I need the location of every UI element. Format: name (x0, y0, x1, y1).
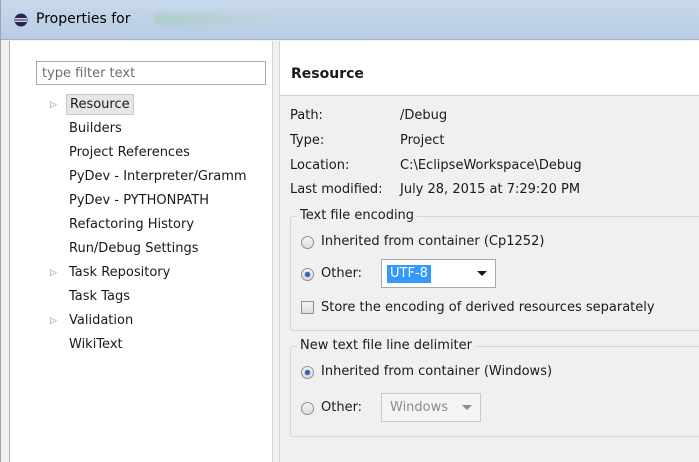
tree-item-builders[interactable]: Builders (36, 117, 272, 141)
dropdown-arrow-icon (462, 405, 472, 410)
dropdown-arrow-icon[interactable] (477, 271, 487, 276)
tree-item-label: Resource (66, 94, 134, 115)
dialog-client-area: ▷ Resource Builders Project References P… (9, 41, 699, 462)
filter-field[interactable] (36, 61, 266, 85)
info-value: C:\EclipseWorkspace\Debug (400, 158, 582, 173)
title-bar: Properties for (1, 0, 699, 40)
info-key: Last modified: (290, 182, 383, 197)
delimiter-combo: Windows (381, 393, 481, 422)
blurred-project-name (153, 13, 273, 25)
info-key: Type: (290, 133, 325, 148)
tree-item-pydev-interpreter[interactable]: PyDev - Interpreter/Gramm (36, 165, 272, 189)
combo-value: Windows (390, 400, 449, 415)
tree-item-validation[interactable]: ▷ Validation (36, 309, 272, 333)
radio-button[interactable] (301, 236, 314, 249)
tree-item-run-debug-settings[interactable]: Run/Debug Settings (36, 237, 272, 261)
filter-input[interactable] (37, 62, 265, 84)
info-key: Location: (290, 158, 350, 173)
tree-item-label: Run/Debug Settings (69, 241, 199, 256)
navigation-pane: ▷ Resource Builders Project References P… (10, 41, 272, 462)
page-header: Resource (280, 41, 699, 96)
option-label: Inherited from container (Windows) (321, 364, 553, 379)
eclipse-icon (14, 13, 28, 27)
page-title: Resource (291, 66, 364, 82)
tree-item-label: Refactoring History (69, 217, 195, 232)
window-title: Properties for (36, 11, 131, 27)
tree-item-label: PyDev - Interpreter/Gramm (69, 169, 247, 184)
radio-button[interactable] (301, 268, 314, 281)
checkbox[interactable] (301, 301, 314, 314)
expand-arrow-icon[interactable]: ▷ (50, 93, 60, 117)
radio-button[interactable] (301, 402, 314, 415)
pane-splitter[interactable] (272, 41, 280, 462)
tree-item-task-repository[interactable]: ▷ Task Repository (36, 261, 272, 285)
tree-item-resource[interactable]: ▷ Resource (36, 93, 272, 117)
info-value: July 28, 2015 at 7:29:20 PM (400, 182, 581, 197)
tree-item-pydev-pythonpath[interactable]: PyDev - PYTHONPATH (36, 189, 272, 213)
tree-item-label: PyDev - PYTHONPATH (69, 193, 209, 208)
option-label: Inherited from container (Cp1252) (321, 234, 545, 249)
tree-item-label: Builders (69, 121, 122, 136)
info-key: Path: (290, 108, 323, 123)
encoding-combo[interactable]: UTF-8 (381, 259, 496, 288)
group-title: New text file line delimiter (297, 337, 475, 355)
info-value: Project (400, 133, 445, 148)
option-label: Other: (321, 400, 363, 415)
tree-item-label: Task Tags (69, 289, 130, 304)
properties-window: Properties for ▷ Resource Builders Proje… (0, 0, 699, 462)
info-value: /Debug (400, 108, 448, 123)
option-label: Other: (321, 266, 363, 281)
property-page: Resource Path: /Debug Type: Project Loca… (280, 41, 699, 462)
tree-item-label: WikiText (69, 337, 123, 352)
tree-item-project-references[interactable]: Project References (36, 141, 272, 165)
tree-item-label: Project References (69, 145, 190, 160)
tree-item-label: Task Repository (69, 265, 171, 280)
tree-item-refactoring-history[interactable]: Refactoring History (36, 213, 272, 237)
text-encoding-group: Text file encoding Inherited from contai… (290, 207, 699, 331)
radio-button[interactable] (301, 366, 314, 379)
expand-arrow-icon[interactable]: ▷ (50, 261, 60, 285)
tree-item-label: Validation (69, 313, 134, 328)
combo-value: UTF-8 (387, 265, 431, 283)
property-page-tree: ▷ Resource Builders Project References P… (36, 93, 272, 357)
tree-item-task-tags[interactable]: Task Tags (36, 285, 272, 309)
option-label: Store the encoding of derived resources … (321, 300, 655, 315)
group-title: Text file encoding (297, 207, 418, 225)
tree-item-wikitext[interactable]: WikiText (36, 333, 272, 357)
expand-arrow-icon[interactable]: ▷ (50, 309, 60, 333)
line-delimiter-group: New text file line delimiter Inherited f… (290, 337, 699, 437)
